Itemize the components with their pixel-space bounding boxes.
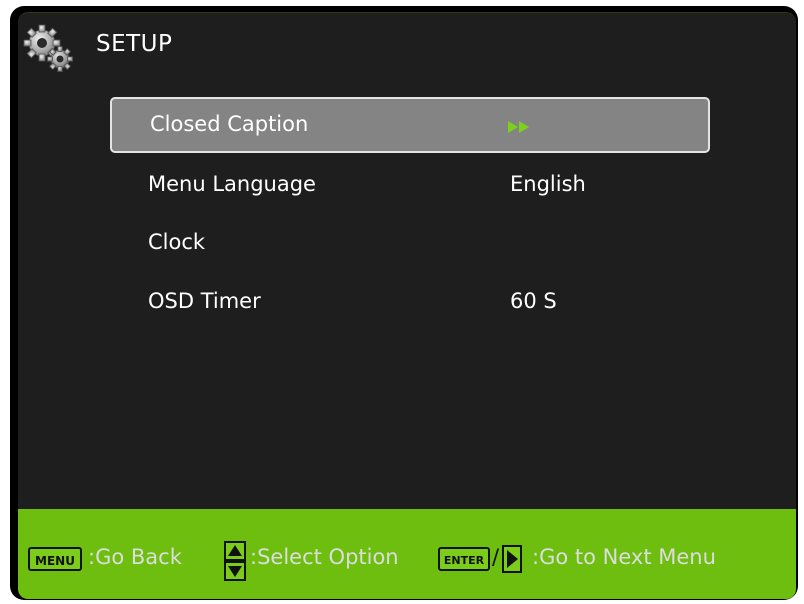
- menu-key-icon: MENU: [28, 547, 82, 571]
- right-arrow-key-icon: [502, 545, 522, 573]
- menu-item-closed-caption[interactable]: Closed Caption: [110, 97, 710, 153]
- go-back-hint: :Go Back: [88, 545, 182, 569]
- next-menu-hint: :Go to Next Menu: [532, 545, 716, 569]
- menu-item-menu-language[interactable]: Menu Language English: [110, 159, 710, 215]
- menu-item-value: English: [510, 172, 586, 196]
- gear-icon: [23, 24, 73, 72]
- key-separator: /: [492, 545, 500, 569]
- select-option-hint: :Select Option: [250, 545, 399, 569]
- help-footer: MENU :Go Back :Select Option ENTER / :Go…: [18, 509, 796, 599]
- page-title: SETUP: [96, 31, 173, 57]
- menu-item-label: OSD Timer: [148, 289, 261, 313]
- menu-header: SETUP: [22, 23, 422, 73]
- menu-item-clock[interactable]: Clock: [110, 217, 710, 273]
- menu-item-label: Clock: [148, 230, 206, 254]
- menu-item-label: Menu Language: [148, 172, 316, 196]
- up-down-arrows-icon: [224, 541, 246, 581]
- menu-item-osd-timer[interactable]: OSD Timer 60 S: [110, 276, 710, 332]
- tv-screen: SETUP Closed Caption Menu Language Engli…: [10, 6, 798, 600]
- menu-item-label: Closed Caption: [150, 112, 309, 136]
- setup-menu-panel: SETUP Closed Caption Menu Language Engli…: [18, 12, 796, 599]
- double-arrow-right-icon: [508, 121, 529, 133]
- menu-item-value: 60 S: [510, 289, 557, 313]
- enter-key-icon: ENTER: [438, 547, 490, 571]
